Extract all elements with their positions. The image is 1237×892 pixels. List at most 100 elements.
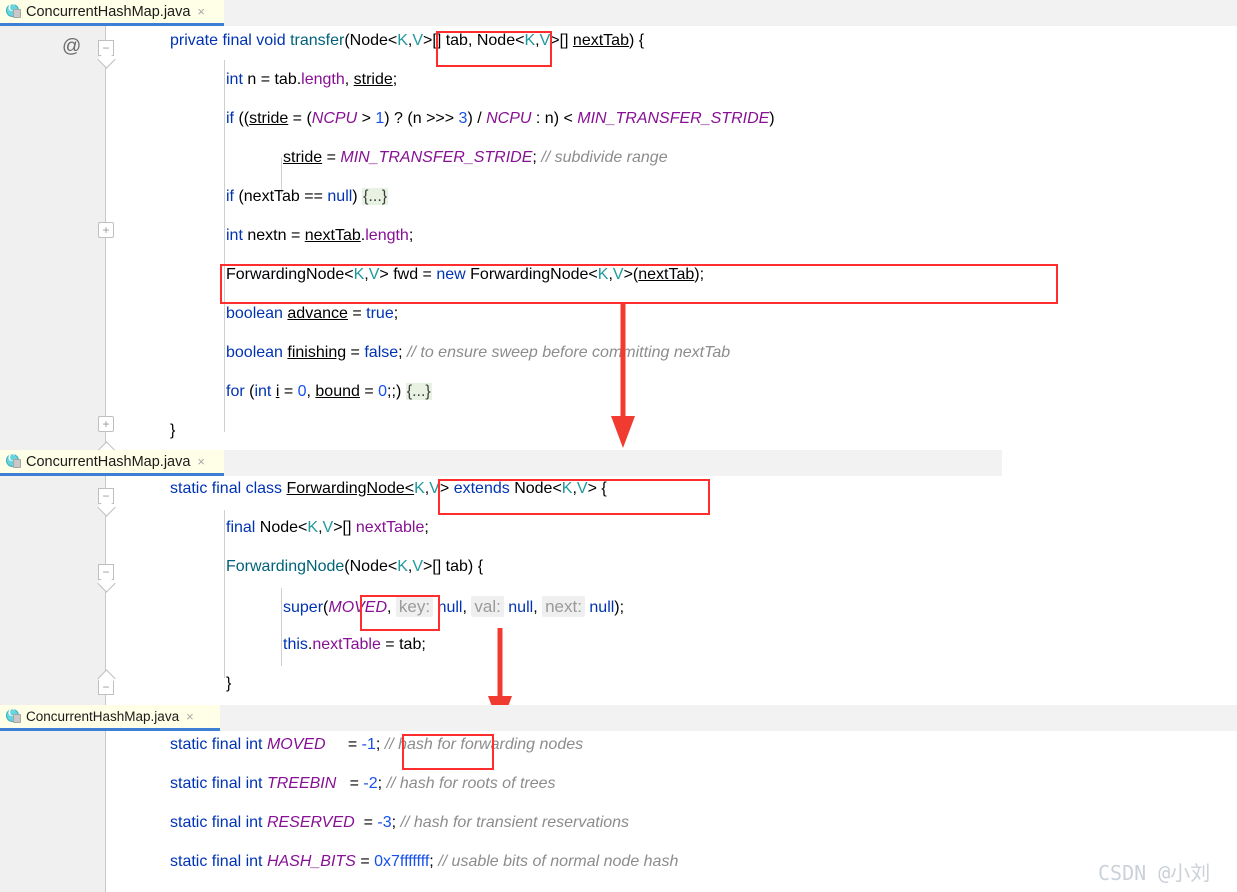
code-token: } bbox=[226, 675, 232, 692]
code-token: V bbox=[539, 32, 551, 49]
code-token: 0x7fffffff bbox=[374, 853, 430, 870]
code-token: bound bbox=[315, 383, 360, 400]
red-arrow-down-2 bbox=[488, 628, 512, 705]
code-editor-3[interactable]: static final int MOVED = -1; // hash for… bbox=[0, 731, 1237, 892]
code-token: true bbox=[366, 305, 394, 322]
close-icon[interactable]: × bbox=[197, 5, 205, 18]
code-token: null bbox=[437, 599, 463, 616]
code-token: for bbox=[226, 383, 245, 400]
code-token: length bbox=[365, 227, 409, 244]
editor-tab-label-3: ConcurrentHashMap.java bbox=[26, 709, 180, 724]
collapsed-block[interactable]: {...} bbox=[362, 188, 389, 205]
code-token: ; bbox=[408, 227, 414, 244]
code-token: = bbox=[349, 775, 364, 792]
code-token: V bbox=[412, 32, 424, 49]
code-line: private final void transfer(Node<K,V>[] … bbox=[0, 32, 644, 50]
editor-tab-label-1: ConcurrentHashMap.java bbox=[26, 3, 191, 20]
code-token: TREEBIN bbox=[266, 775, 337, 792]
close-icon[interactable]: × bbox=[197, 455, 205, 468]
code-token: MIN_TRANSFER_STRIDE bbox=[340, 149, 533, 166]
lock-icon bbox=[13, 714, 21, 723]
code-token: nextTab bbox=[304, 227, 361, 244]
code-token: new bbox=[436, 266, 466, 283]
code-token: if bbox=[226, 110, 234, 127]
editor-panel-1: C ConcurrentHashMap.java × @ − + + − pri… bbox=[0, 0, 1237, 450]
code-token: > bbox=[357, 110, 376, 127]
code-line: int n = tab.length, stride; bbox=[0, 71, 397, 89]
editor-tab-2[interactable]: C ConcurrentHashMap.java × bbox=[0, 450, 224, 476]
code-token: : n) < bbox=[531, 110, 578, 127]
code-line: if (nextTab == null) {...} bbox=[0, 188, 389, 206]
code-line: } bbox=[0, 422, 175, 440]
close-icon[interactable]: × bbox=[186, 710, 194, 723]
code-token: , bbox=[533, 599, 543, 616]
code-comment: // subdivide range bbox=[541, 149, 668, 166]
code-token: (( bbox=[234, 110, 250, 127]
code-token: length bbox=[301, 71, 345, 88]
code-token: null bbox=[327, 188, 353, 205]
editor-panel-2: C ConcurrentHashMap.java × − − − static … bbox=[0, 450, 1237, 705]
code-token: > { bbox=[587, 480, 607, 497]
code-token: >[] bbox=[333, 519, 356, 536]
code-token: HASH_BITS bbox=[266, 853, 356, 870]
code-token: stride bbox=[249, 110, 289, 127]
code-token: > bbox=[439, 480, 450, 497]
code-token: , bbox=[387, 599, 396, 616]
editor-gutter-2[interactable] bbox=[0, 476, 105, 705]
code-token: static final int bbox=[170, 853, 263, 870]
code-token: nextTable bbox=[312, 636, 381, 653]
code-token: K bbox=[397, 558, 408, 575]
code-token: = bbox=[346, 344, 365, 361]
editor-tab-1[interactable]: C ConcurrentHashMap.java × bbox=[0, 0, 224, 26]
code-token: NCPU bbox=[311, 110, 358, 127]
code-line: ForwardingNode<K,V> fwd = new Forwarding… bbox=[0, 266, 704, 284]
code-token: int bbox=[254, 383, 272, 400]
code-token: ForwardingNode bbox=[226, 558, 345, 575]
code-token: NCPU bbox=[486, 110, 532, 127]
code-token: 0 bbox=[297, 383, 307, 400]
code-editor-1[interactable]: @ − + + − private final void transfer(No… bbox=[0, 26, 1237, 450]
code-token: ;;) bbox=[387, 383, 402, 400]
code-token: nextTab bbox=[638, 266, 695, 283]
code-token: null bbox=[589, 599, 615, 616]
code-token: V bbox=[429, 480, 440, 497]
code-editor-2[interactable]: − − − static final class ForwardingNode<… bbox=[0, 476, 1237, 705]
code-token: ; bbox=[392, 71, 398, 88]
lock-icon bbox=[13, 459, 21, 468]
code-token: null bbox=[508, 599, 534, 616]
code-token: >[] tab, Node< bbox=[423, 32, 525, 49]
code-token: = ( bbox=[288, 110, 312, 127]
code-token: 1 bbox=[375, 110, 385, 127]
code-token: stride bbox=[353, 71, 393, 88]
code-token: (Node< bbox=[344, 32, 398, 49]
code-token: ; bbox=[424, 519, 429, 536]
code-token: K bbox=[353, 266, 365, 283]
code-token-moved: MOVED bbox=[266, 736, 326, 753]
code-comment: // hash for roots of trees bbox=[386, 775, 556, 792]
collapsed-block[interactable]: {...} bbox=[405, 383, 432, 400]
code-line: } bbox=[0, 675, 231, 693]
code-token-forwardingnode: ForwardingNode< bbox=[286, 480, 415, 497]
code-token: ForwardingNode< bbox=[226, 266, 354, 283]
code-token: >( bbox=[623, 266, 639, 283]
code-comment: // to ensure sweep before committing nex… bbox=[407, 344, 731, 361]
param-hint-val: val: bbox=[471, 596, 504, 617]
tab-bar-2: C ConcurrentHashMap.java × bbox=[0, 450, 1237, 476]
code-token: V bbox=[576, 480, 588, 497]
editor-tab-3[interactable]: C ConcurrentHashMap.java × bbox=[0, 705, 220, 731]
code-token: = bbox=[279, 383, 298, 400]
code-token: V bbox=[412, 558, 423, 575]
code-token: Node< bbox=[509, 480, 562, 497]
code-line: boolean finishing = false; // to ensure … bbox=[0, 344, 730, 362]
code-line: if ((stride = (NCPU > 1) ? (n >>> 3) / N… bbox=[0, 110, 775, 128]
code-token: K bbox=[597, 266, 609, 283]
code-token: stride bbox=[283, 149, 323, 166]
watermark: CSDN @小刘 bbox=[1098, 861, 1211, 885]
code-token: static final int bbox=[170, 775, 263, 792]
code-token: boolean bbox=[226, 305, 283, 322]
code-comment: // hash for forwarding nodes bbox=[384, 736, 584, 753]
tab-bar-1: C ConcurrentHashMap.java × bbox=[0, 0, 1237, 26]
code-token: nextTable bbox=[355, 519, 425, 536]
